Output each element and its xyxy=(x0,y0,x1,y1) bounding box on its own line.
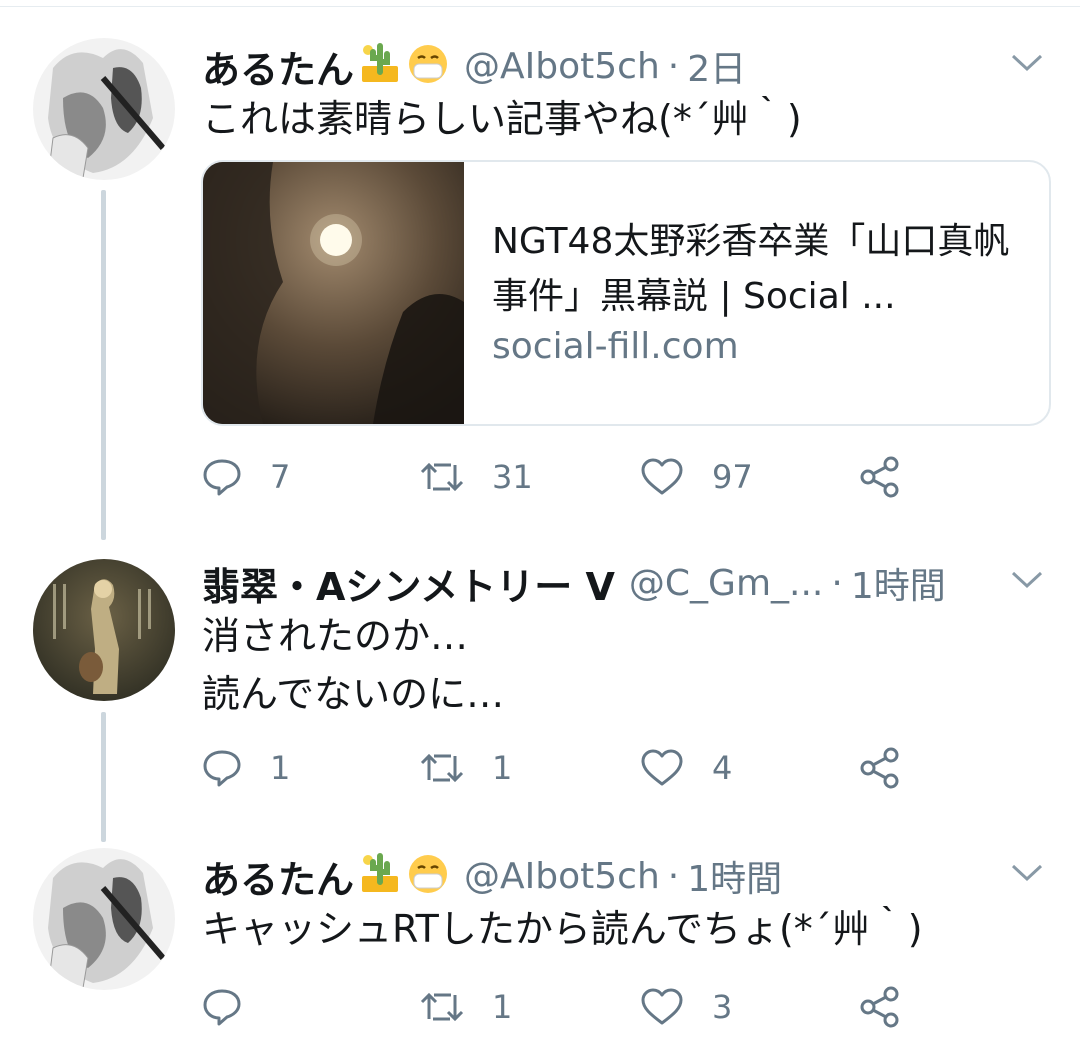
tweet[interactable]: あるたん @AIbot5ch · 2日 これは素晴らしい記事やね(*´艸｀) N… xyxy=(0,38,1080,508)
share-button[interactable] xyxy=(858,982,930,1032)
chevron-down-icon[interactable] xyxy=(1010,52,1044,78)
heart-icon xyxy=(641,988,683,1025)
user-handle[interactable]: @C_Gm_... xyxy=(629,563,823,604)
reply-button[interactable]: 1 xyxy=(202,743,290,793)
tweet-actions: 7 31 97 xyxy=(202,452,922,502)
tweet-text: キャッシュRTしたから読んでちょ(*´艸｀) xyxy=(202,907,923,951)
reply-icon xyxy=(203,459,241,496)
user-handle[interactable]: @AIbot5ch xyxy=(464,46,660,87)
tweet-header: 翡翠・Aシンメトリー V @C_Gm_... · 1時間 xyxy=(202,555,946,611)
heart-icon xyxy=(641,458,683,495)
separator: · xyxy=(667,45,680,87)
card-domain: social-fill.com xyxy=(492,326,739,367)
tweet-actions: 1 1 4 xyxy=(202,743,922,793)
like-count: 3 xyxy=(712,988,733,1026)
top-divider xyxy=(0,6,1080,7)
reply-button[interactable] xyxy=(202,982,270,1032)
like-button[interactable]: 4 xyxy=(640,743,732,793)
retweet-icon xyxy=(420,753,464,783)
separator: · xyxy=(667,855,680,897)
like-count: 4 xyxy=(712,749,733,787)
tweet-actions: 1 3 xyxy=(202,982,922,1032)
like-button[interactable]: 97 xyxy=(640,452,753,502)
card-title: NGT48太野彩香卒業「山口真帆事件」黒幕説 | Social ... xyxy=(492,221,1010,317)
reply-button[interactable]: 7 xyxy=(202,452,290,502)
tweet-header: あるたん @AIbot5ch · 1時間 xyxy=(202,848,782,904)
timestamp[interactable]: 1時間 xyxy=(851,557,946,609)
retweet-button[interactable]: 1 xyxy=(420,982,512,1032)
share-button[interactable] xyxy=(858,452,930,502)
display-name[interactable]: あるたん xyxy=(202,849,354,904)
retweet-button[interactable]: 31 xyxy=(420,452,533,502)
retweet-count: 31 xyxy=(492,458,533,496)
separator: · xyxy=(831,562,843,604)
tweet-text: これは素晴らしい記事やね(*´艸｀) xyxy=(202,97,802,141)
avatar[interactable] xyxy=(33,559,175,701)
like-button[interactable]: 3 xyxy=(640,982,732,1032)
tweet-header: あるたん @AIbot5ch · 2日 xyxy=(202,38,746,94)
reply-count: 1 xyxy=(270,749,291,787)
heart-icon xyxy=(641,749,683,786)
mailbox-cactus-emoji xyxy=(358,42,402,90)
share-icon xyxy=(860,747,899,789)
display-name[interactable]: 翡翠・Aシンメトリー V xyxy=(202,556,615,611)
retweet-count: 1 xyxy=(492,749,513,787)
share-icon xyxy=(860,456,899,498)
like-count: 97 xyxy=(712,458,753,496)
mailbox-cactus-emoji xyxy=(358,852,402,900)
tweet[interactable]: あるたん @AIbot5ch · 1時間 キャッシュRTしたから読んでちょ(*´… xyxy=(0,848,1080,1048)
mask-face-emoji xyxy=(406,852,450,900)
retweet-icon xyxy=(420,992,464,1022)
share-icon xyxy=(860,986,899,1028)
retweet-count: 1 xyxy=(492,988,513,1026)
share-button[interactable] xyxy=(858,743,930,793)
tweet-text: 消されたのか… 読んでないのに… xyxy=(202,614,505,716)
retweet-button[interactable]: 1 xyxy=(420,743,512,793)
link-card[interactable]: NGT48太野彩香卒業「山口真帆事件」黒幕説 | Social ... soci… xyxy=(201,160,1051,426)
timestamp[interactable]: 1時間 xyxy=(687,850,782,902)
chevron-down-icon[interactable] xyxy=(1010,569,1044,595)
retweet-icon xyxy=(420,462,464,492)
reply-count: 7 xyxy=(270,458,291,496)
timestamp[interactable]: 2日 xyxy=(687,40,746,92)
mask-face-emoji xyxy=(406,42,450,90)
tweet[interactable]: 翡翠・Aシンメトリー V @C_Gm_... · 1時間 消されたのか… 読んで… xyxy=(0,555,1080,805)
user-handle[interactable]: @AIbot5ch xyxy=(464,856,660,897)
display-name[interactable]: あるたん xyxy=(202,39,354,94)
reply-icon xyxy=(203,750,241,787)
chevron-down-icon[interactable] xyxy=(1010,862,1044,888)
avatar[interactable] xyxy=(33,848,175,990)
card-thumbnail xyxy=(203,162,464,424)
reply-icon xyxy=(203,989,241,1026)
avatar[interactable] xyxy=(33,38,175,180)
